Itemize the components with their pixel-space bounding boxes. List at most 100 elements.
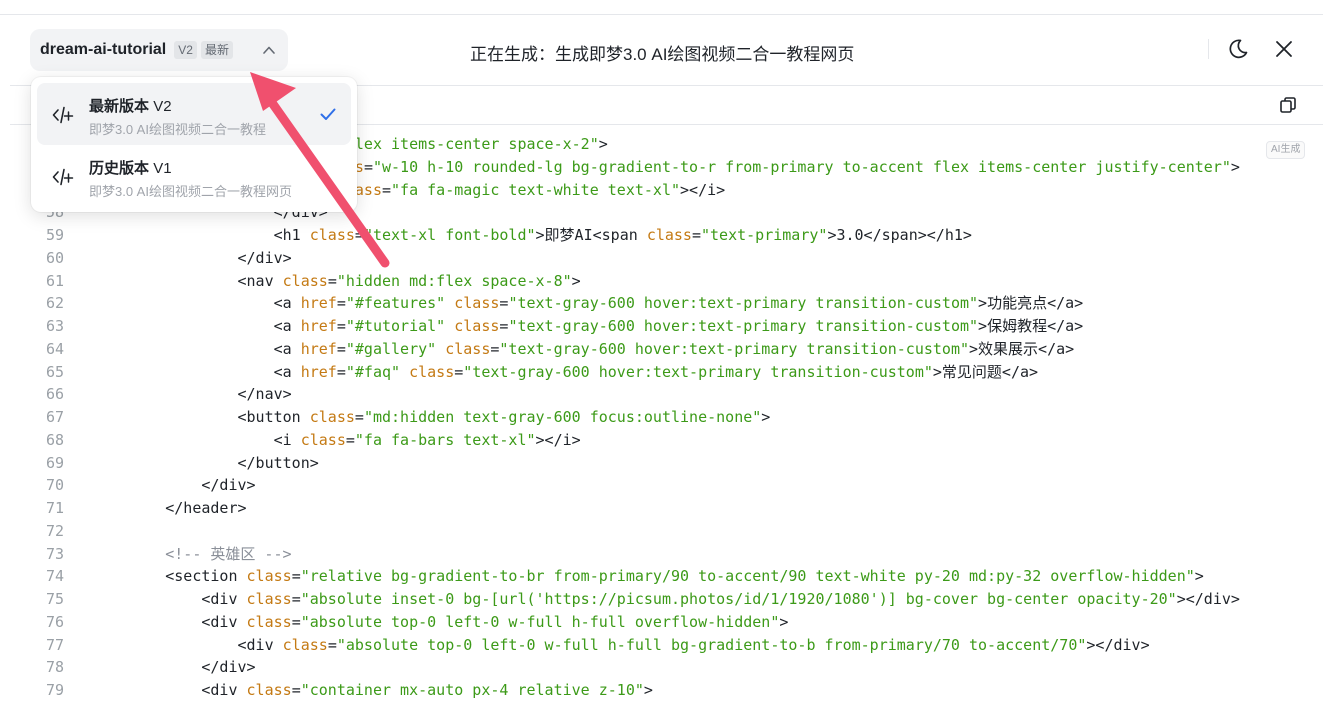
code-attr: class [309,408,355,426]
code-line: 71 </header> [0,497,1323,520]
code-attr: class [246,590,292,608]
generating-title: 正在生成：生成即梦3.0 AI绘图视频二合一教程网页 [470,45,855,64]
code-string: "container mx-auto px-4 relative z-10" [300,681,644,699]
version-item-title: 历史版本 V1 [89,160,172,177]
code-attr: class [282,635,328,654]
version-item-subtitle: 即梦3.0 AI绘图视频二合一教程 [89,122,266,137]
ai-generated-badge: AI生成 [1266,141,1306,159]
code-line: 69 </button> [0,452,1323,475]
code-attr: class [409,362,455,381]
version-item-latest[interactable]: 最新版本 V2 即梦3.0 AI绘图视频二合一教程 [37,83,351,145]
line-number: 71 [45,499,64,517]
code-line: 74 <section class="relative bg-gradient-… [0,565,1323,588]
code-text: <section class="relative bg-gradient-to-… [93,567,1204,586]
code-attr: class [454,317,500,335]
version-selector[interactable]: dream-ai-tutorial V2 最新 [30,29,288,71]
code-attr: class [246,567,292,586]
code-line: 76 <div class="absolute top-0 left-0 w-f… [0,611,1323,634]
code-line: 59 <h1 class="text-xl font-bold">即梦AI<sp… [0,224,1323,247]
code-editor[interactable]: 56 <div class="flex items-center space-x… [0,133,1323,702]
line-number: 79 [45,681,64,699]
code-line: 61 <nav class="hidden md:flex space-x-8"… [0,270,1323,293]
code-sparkle-icon [52,106,74,124]
code-text: </header> [93,499,247,517]
code-string: "md:hidden text-gray-600 focus:outline-n… [363,408,762,426]
code-line: 66 </nav> [0,383,1323,406]
code-text: <div class="absolute top-0 left-0 w-full… [93,635,1150,654]
code-text: <nav class="hidden md:flex space-x-8"> [93,271,581,290]
code-string: "text-primary" [701,226,828,244]
code-string: "absolute top-0 left-0 w-full h-full ove… [300,612,780,631]
line-number: 64 [45,339,64,358]
code-string: "absolute inset-0 bg-[url('https://picsu… [300,590,1177,608]
code-line: 75 <div class="absolute inset-0 bg-[url(… [0,588,1323,611]
code-text: <div class="container mx-auto px-4 relat… [93,681,653,699]
code-line: 78 </div> [0,656,1323,679]
code-line: 73 <!-- 英雄区 --> [0,543,1323,566]
line-number: 66 [45,385,64,404]
code-comment: <!-- 英雄区 --> [93,544,292,563]
code-text: <button class="md:hidden text-gray-600 f… [93,408,771,426]
line-number: 69 [45,453,64,472]
code-text: </div> [93,476,256,495]
code-text: <div class="absolute inset-0 bg-[url('ht… [93,590,1240,608]
code-line: 64 <a href="#gallery" class="text-gray-6… [0,338,1323,361]
line-number: 70 [45,476,64,495]
code-text: </div> [93,658,256,677]
code-sparkle-icon [52,168,74,186]
project-name: dream-ai-tutorial [40,41,167,58]
version-item-subtitle: 即梦3.0 AI绘图视频二合一教程网页 [89,184,292,199]
chevron-up-icon[interactable] [262,43,276,57]
line-number: 75 [45,590,64,608]
line-number: 60 [45,248,64,267]
copy-icon[interactable] [1278,95,1298,115]
code-attr: class [282,271,328,290]
code-line: 68 <i class="fa fa-bars text-xl"></i> [0,429,1323,452]
code-string: "#faq" [345,362,401,381]
version-dropdown: 最新版本 V2 即梦3.0 AI绘图视频二合一教程 历史版本 V1 即梦3.0 … [31,77,357,212]
line-number: 59 [45,226,64,244]
line-number: 73 [45,544,64,563]
code-string: "text-xl font-bold" [363,226,536,244]
code-text: <a href="#features" class="text-gray-600… [93,294,1084,313]
code-text: </button> [93,453,319,472]
code-text: <div class="absolute top-0 left-0 w-full… [93,612,789,631]
code-line: 79 <div class="container mx-auto px-4 re… [0,679,1323,702]
line-number: 61 [45,271,64,290]
version-item-history[interactable]: 历史版本 V1 即梦3.0 AI绘图视频二合一教程网页 [37,145,351,207]
code-line: 63 <a href="#tutorial" class="text-gray-… [0,315,1323,338]
code-string: "fa fa-magic text-white text-xl" [391,180,681,199]
line-number: 78 [45,658,64,677]
code-attr: class [454,294,500,313]
code-string: "flex items-center space-x-2" [336,135,599,153]
moon-icon[interactable] [1226,37,1250,61]
code-string: "text-gray-600 hover:text-primary transi… [499,339,970,358]
code-string: "text-gray-600 hover:text-primary transi… [508,294,979,313]
line-number: 77 [45,635,64,654]
check-icon [320,108,336,120]
code-attr: href [300,317,337,335]
code-attr: class [646,226,692,244]
code-attr: href [300,362,337,381]
line-number: 74 [45,567,64,586]
code-attr: href [300,339,337,358]
code-string: "text-gray-600 hover:text-primary transi… [508,317,979,335]
code-line: 72 [0,520,1323,543]
line-number: 68 [45,430,64,449]
latest-tag: 最新 [200,41,233,59]
line-number: 62 [45,294,64,313]
code-attr: href [300,294,337,313]
code-attr: class [300,430,346,449]
code-string: "#features" [345,294,446,313]
code-string: "#tutorial" [345,317,446,335]
code-text: <h1 class="text-xl font-bold">即梦AI<span … [93,226,972,244]
code-line: 65 <a href="#faq" class="text-gray-600 h… [0,361,1323,384]
header-divider [1208,39,1209,59]
code-attr: class [309,226,355,244]
close-icon[interactable] [1272,37,1296,61]
code-attr: class [246,681,292,699]
line-number: 65 [45,362,64,381]
code-attr: class [445,339,491,358]
code-text: <a href="#gallery" class="text-gray-600 … [93,339,1075,358]
code-line: 60 </div> [0,247,1323,270]
